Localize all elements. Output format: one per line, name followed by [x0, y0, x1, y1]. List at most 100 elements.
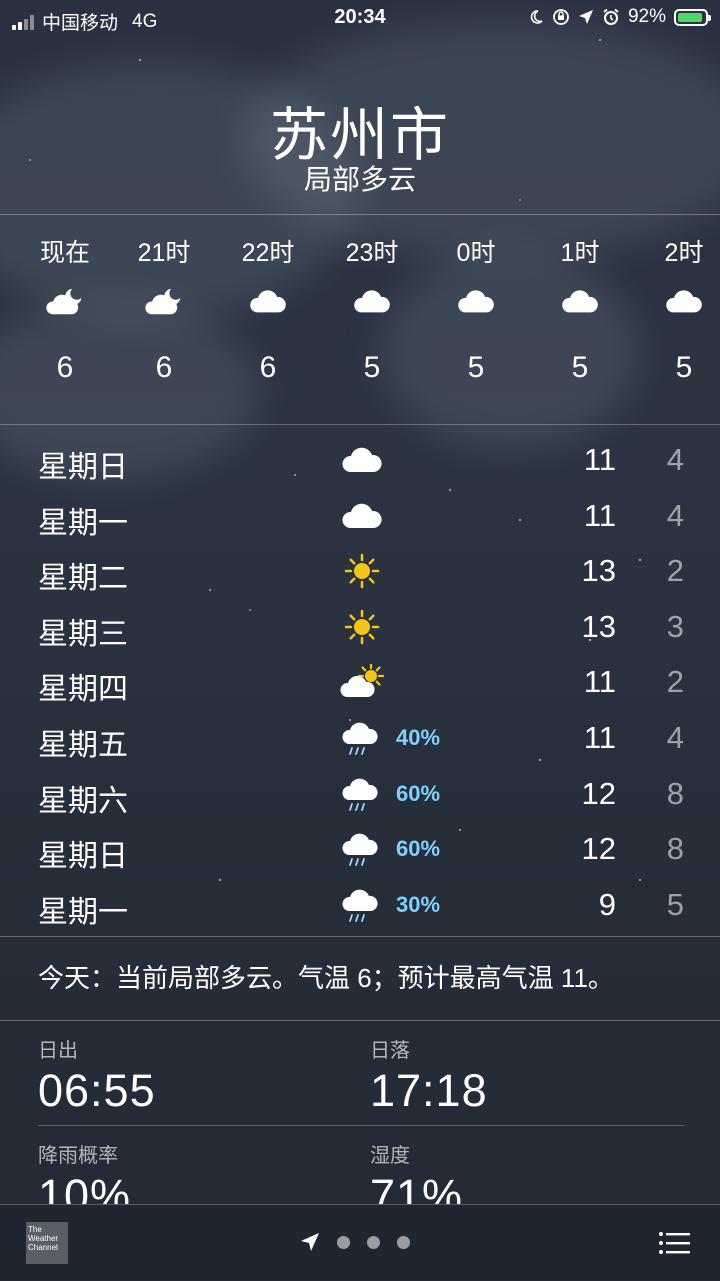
battery-icon — [674, 8, 711, 26]
high-temp: 11 — [583, 719, 616, 755]
hour-column: 现在 6 — [13, 215, 117, 385]
weather-channel-logo-text: The Weather Channel — [28, 1225, 59, 1252]
sun-icon — [340, 609, 384, 645]
hour-column: 21时 6 — [112, 215, 216, 385]
cloud-icon — [632, 281, 720, 321]
day-name: 星期日 — [38, 451, 128, 484]
sun-icon — [340, 553, 384, 589]
high-temp: 11 — [583, 497, 616, 533]
high-temp: 11 — [583, 442, 616, 477]
moon-icon — [530, 10, 543, 24]
cloud-icon — [320, 281, 424, 321]
sunset-cell: 日落 17:18 — [370, 1034, 488, 1117]
low-temp: 4 — [666, 442, 684, 477]
high-temp: 11 — [583, 664, 616, 700]
hour-label: 22时 — [241, 239, 295, 267]
city-list-icon[interactable] — [658, 1231, 690, 1255]
daily-forecast: 星期日 11 4 星期一 11 4 星期二 13 2 星期三 13 3 星期四 11 2 星期五 40% 11 4 星… — [0, 432, 720, 932]
low-temp: 2 — [666, 553, 684, 589]
day-name: 星期二 — [38, 562, 128, 596]
page-dot[interactable] — [337, 1235, 350, 1249]
rain-icon — [340, 831, 384, 867]
divider — [0, 936, 720, 937]
precip-chance: 60% — [396, 836, 441, 862]
hour-temp: 6 — [259, 351, 277, 384]
rain-icon — [340, 720, 384, 756]
hour-label: 0时 — [456, 239, 496, 267]
low-temp: 3 — [666, 608, 684, 644]
precip-chance: 60% — [396, 780, 441, 806]
hour-column: 23时 5 — [320, 215, 424, 385]
rain-icon — [340, 776, 384, 812]
low-temp: 5 — [666, 886, 684, 922]
sunset-value: 17:18 — [370, 1065, 488, 1116]
high-temp: 13 — [581, 608, 616, 644]
sunrise-value: 06:55 — [38, 1065, 156, 1116]
daily-row: 星期日 11 4 — [0, 432, 720, 488]
day-name: 星期一 — [38, 895, 128, 929]
battery-percent: 92% — [627, 6, 666, 27]
partly-cloudy-night-icon — [13, 281, 117, 321]
hour-temp: 5 — [467, 351, 485, 384]
high-temp: 13 — [581, 553, 616, 589]
current-condition: 局部多云 — [303, 164, 416, 195]
hourly-forecast[interactable]: 现在 6 21时 6 22时 6 23时 5 0时 5 1时 5 2时 5 — [0, 215, 720, 424]
rain-chance-value: 10% — [38, 1170, 132, 1204]
current-location-icon[interactable] — [300, 1232, 320, 1252]
low-temp: 4 — [666, 497, 684, 533]
sunrise-cell: 日出 06:55 — [38, 1034, 156, 1117]
rain-icon — [340, 887, 384, 923]
high-temp: 9 — [598, 886, 616, 922]
hour-temp: 5 — [571, 351, 589, 384]
divider — [0, 424, 720, 425]
alarm-icon — [603, 8, 619, 25]
page-indicator[interactable] — [300, 1232, 410, 1252]
day-name: 星期一 — [38, 506, 128, 540]
bottom-toolbar: The Weather Channel — [0, 1204, 720, 1281]
day-name: 星期四 — [38, 673, 128, 707]
hour-temp: 5 — [363, 351, 381, 384]
daily-row: 星期一 30% 9 5 — [0, 877, 720, 933]
daily-row: 星期五 40% 11 4 — [0, 710, 720, 766]
daily-row: 星期一 11 4 — [0, 488, 720, 544]
sunrise-label: 日出 — [38, 1040, 78, 1062]
precip-chance: 40% — [396, 724, 441, 750]
weather-channel-logo[interactable]: The Weather Channel — [26, 1222, 68, 1264]
hour-column: 22时 6 — [216, 215, 320, 385]
page-dot[interactable] — [367, 1235, 380, 1249]
cloud-icon — [340, 498, 384, 534]
humidity-cell: 湿度 71% — [370, 1139, 463, 1204]
cloud-icon — [528, 281, 632, 321]
day-name: 星期六 — [38, 784, 128, 818]
partly-sunny-icon — [340, 663, 385, 700]
sunset-label: 日落 — [370, 1040, 410, 1062]
hour-column: 0时 5 — [424, 215, 528, 385]
page-dot[interactable] — [397, 1235, 410, 1249]
location-arrow-icon — [578, 10, 593, 24]
precip-chance: 30% — [396, 891, 441, 917]
hour-column: 2时 5 — [632, 215, 720, 385]
low-temp: 8 — [666, 831, 684, 867]
low-temp: 2 — [666, 664, 684, 700]
hour-temp: 6 — [56, 351, 74, 384]
details-divider — [38, 1125, 684, 1126]
high-temp: 12 — [581, 775, 616, 811]
hour-label: 2时 — [664, 239, 704, 267]
daily-row: 星期四 11 2 — [0, 654, 720, 710]
hour-label: 21时 — [137, 239, 191, 267]
humidity-label: 湿度 — [370, 1145, 410, 1167]
cloud-icon — [424, 281, 528, 321]
hour-label: 23时 — [345, 239, 399, 267]
status-bar: 中国移动 4G 20:34 92% — [0, 0, 720, 38]
divider — [0, 1020, 720, 1021]
humidity-value: 71% — [370, 1170, 464, 1204]
weather-details: 日出 06:55 日落 17:18 降雨概率 10% 湿度 71% — [0, 1022, 720, 1204]
rotation-lock-icon — [553, 9, 569, 25]
hour-column: 1时 5 — [528, 215, 632, 385]
low-temp: 8 — [666, 775, 684, 811]
hour-label: 现在 — [39, 239, 90, 267]
rain-chance-cell: 降雨概率 10% — [38, 1139, 131, 1204]
cloud-icon — [340, 442, 384, 478]
partly-cloudy-night-icon — [112, 281, 216, 321]
daily-row: 星期二 13 2 — [0, 543, 720, 599]
